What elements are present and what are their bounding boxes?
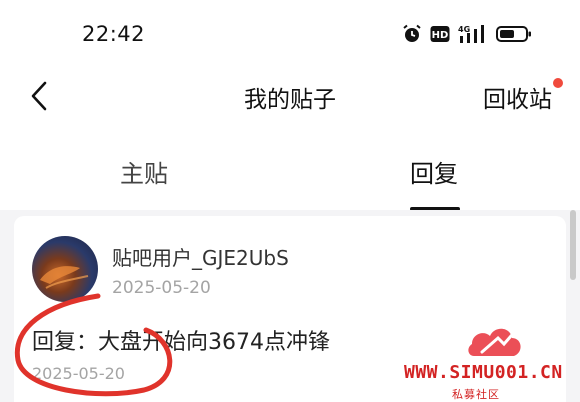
tab-replies[interactable]: 回复 bbox=[410, 154, 458, 189]
username[interactable]: 贴吧用户_GJE2UbS bbox=[112, 242, 289, 271]
status-icons: HD 4G bbox=[402, 24, 532, 44]
battery-icon bbox=[496, 25, 532, 43]
hd-label: HD bbox=[432, 30, 449, 41]
signal-icon: 4G bbox=[458, 24, 488, 44]
tab-bar: 主贴 回复 bbox=[0, 140, 580, 211]
scrollbar[interactable] bbox=[570, 210, 576, 280]
notification-dot bbox=[553, 78, 563, 88]
recycle-bin-button[interactable]: 回收站 bbox=[483, 80, 552, 114]
watermark-url: WWW.SIMU001.CN bbox=[404, 362, 563, 383]
hd-icon: HD bbox=[430, 25, 450, 43]
tab-main-posts[interactable]: 主贴 bbox=[120, 154, 168, 189]
red-annotation-circle bbox=[14, 293, 173, 397]
watermark: WWW.SIMU001.CN 私募社区 bbox=[404, 316, 580, 402]
navbar: 我的贴子 回收站 bbox=[0, 70, 580, 124]
watermark-logo bbox=[468, 324, 522, 356]
alarm-icon bbox=[402, 24, 422, 44]
network-label: 4G bbox=[458, 25, 470, 34]
status-bar: 22:42 HD 4G bbox=[0, 0, 580, 70]
status-time: 22:42 bbox=[82, 22, 146, 46]
watermark-subtitle: 私募社区 bbox=[452, 388, 500, 401]
